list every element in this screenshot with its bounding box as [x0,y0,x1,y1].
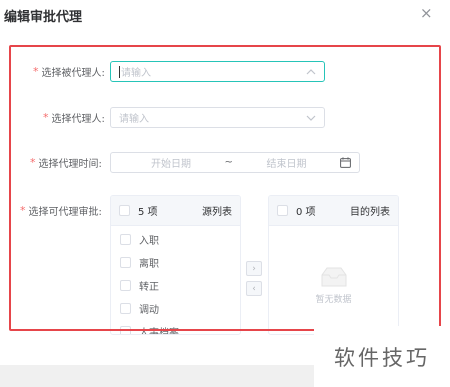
page-background [0,365,314,387]
close-icon[interactable]: × [420,4,433,22]
annotation-highlight-box [9,45,441,331]
approval-delegate-dialog: 编辑审批代理 × * 选择被代理人: 请输入 * 选择代理人: 请输入 * 选择… [0,0,450,365]
watermark-text: 软件技巧 [314,326,450,387]
dialog-title: 编辑审批代理 [4,10,83,25]
